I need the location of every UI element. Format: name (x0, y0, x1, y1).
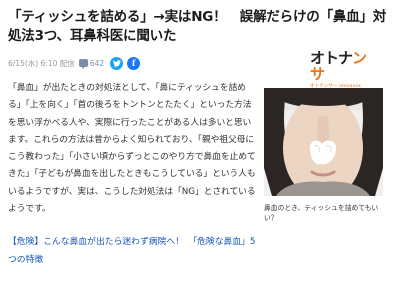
comment-icon (78, 59, 88, 69)
article-headline: 「ティッシュを詰める」→実はNG！ 誤解だらけの「鼻血」対処法3つ、耳鼻科医に聞… (8, 9, 387, 44)
article-body: 「鼻血」が出たときの対処法として、「鼻にティッシュを詰める」「上を向く」「首の後… (8, 83, 256, 215)
related-article-link[interactable]: 【危険】こんな鼻血が出たら迷わず病院へ！ 「危険な鼻血」5つの特徴 (8, 233, 258, 269)
photo-caption: 鼻血のとき、ティッシュを詰めてもいい？ (264, 204, 379, 222)
twitter-share-button[interactable] (110, 56, 124, 70)
article-photo (264, 88, 383, 196)
comment-count: 642 (89, 58, 105, 68)
facebook-share-button[interactable]: f (127, 56, 141, 70)
twitter-bird-icon (112, 59, 121, 67)
publish-date: 6/15(水) 6:10 配信 (8, 58, 75, 68)
site-logo-mark: オトナンサ (310, 50, 372, 82)
article-meta: 6/15(水) 6:10 配信 642 f (8, 55, 144, 71)
comment-count-link[interactable]: 642 (78, 58, 105, 69)
site-logo[interactable]: オトナンサ オトナンサー otonansa (310, 50, 372, 89)
